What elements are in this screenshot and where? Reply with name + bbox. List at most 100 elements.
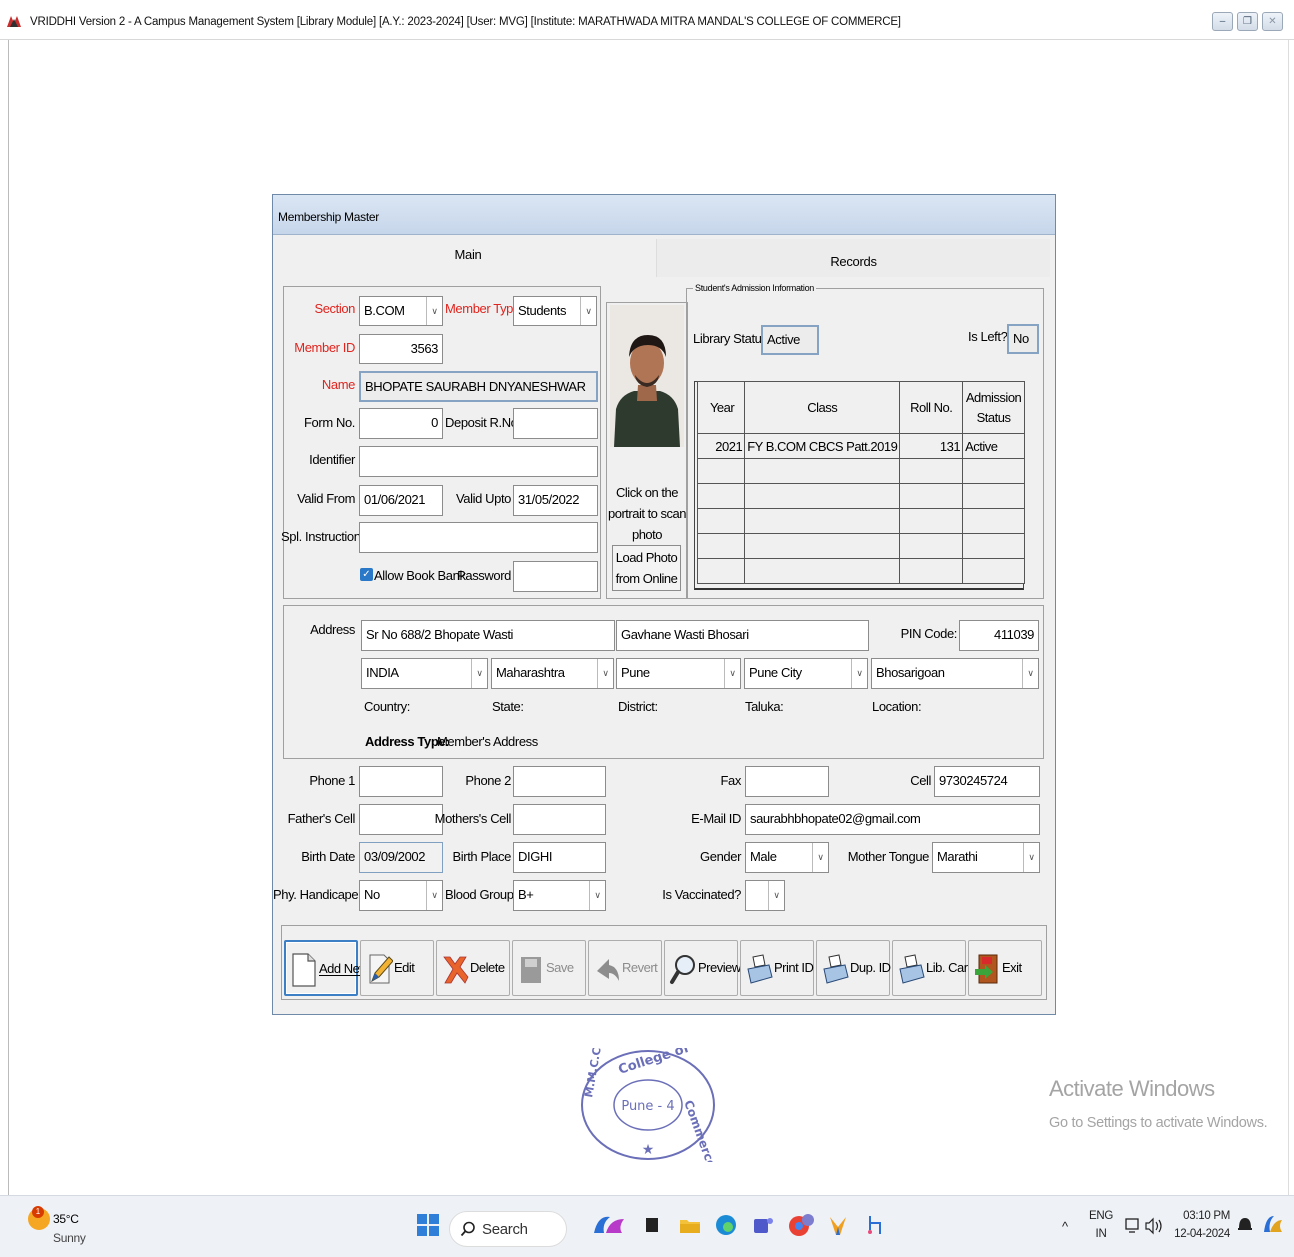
chevron-down-icon: ∨ — [589, 881, 605, 910]
delete-button[interactable]: Delete — [436, 940, 510, 996]
revert-arrow-icon — [597, 959, 619, 981]
identifier-field[interactable] — [359, 446, 598, 477]
address-label: Address — [310, 622, 355, 637]
pin-code-label: PIN Code: — [900, 626, 958, 641]
taluka-dropdown[interactable]: Pune City ∨ — [744, 658, 868, 689]
location-dropdown[interactable]: Bhosarigoan ∨ — [871, 658, 1039, 689]
close-button[interactable]: ✕ — [1262, 12, 1283, 31]
birth-date-field[interactable]: 03/09/2002 — [359, 842, 443, 873]
gender-dropdown[interactable]: Male ∨ — [745, 842, 829, 873]
load-photo-online-button[interactable]: Load Photo from Online — [612, 545, 681, 591]
vaccinated-dropdown[interactable]: ∨ — [745, 880, 785, 911]
weather-temperature[interactable]: 35°C — [53, 1212, 79, 1226]
maximize-button[interactable]: ❐ — [1237, 12, 1258, 31]
terminal-app-icon[interactable] — [641, 1213, 665, 1237]
table-row[interactable] — [696, 508, 1025, 534]
edge-browser-icon[interactable] — [714, 1213, 738, 1237]
chevron-down-icon: ∨ — [1023, 843, 1039, 872]
window-titlebar: VRIDDHI Version 2 - A Campus Management … — [0, 0, 1294, 40]
table-row[interactable] — [696, 533, 1025, 559]
fax-field[interactable] — [745, 766, 829, 797]
college-stamp: Pune - 4 College of Commerce M.M.C.C. ★ — [578, 1041, 719, 1170]
membership-master-dialog: Membership Master Main Records Section B… — [272, 194, 1056, 1015]
deposit-rno-field[interactable] — [513, 408, 598, 439]
clock-time[interactable]: 03:10 PM — [1170, 1210, 1230, 1222]
table-row[interactable] — [696, 458, 1025, 484]
birth-place-field[interactable]: DIGHI — [513, 842, 606, 873]
teams-app-icon[interactable] — [751, 1213, 775, 1237]
password-field[interactable] — [513, 561, 598, 592]
file-explorer-icon[interactable] — [678, 1213, 702, 1237]
svg-text:Commerce: Commerce — [681, 1098, 718, 1162]
pin-code-field[interactable]: 411039 — [959, 620, 1039, 651]
handicap-value: No — [364, 887, 380, 902]
email-field[interactable]: saurabhbhopate02@gmail.com — [745, 804, 1040, 835]
blood-group-dropdown[interactable]: B+ ∨ — [513, 880, 606, 911]
tab-main[interactable]: Main — [280, 239, 656, 277]
tab-records[interactable]: Records — [656, 239, 1050, 277]
allow-book-bank-label: Allow Book Bank — [374, 568, 466, 583]
notification-icon[interactable] — [1236, 1214, 1254, 1234]
table-row[interactable]: 2021 FY B.COM CBCS Patt.2019 131 Active — [696, 433, 1025, 459]
mother-cell-field[interactable] — [513, 804, 606, 835]
photo-scan-instruction: Click on the portrait to scan photo — [608, 485, 687, 542]
copilot-pre-icon[interactable] — [1262, 1214, 1284, 1236]
weather-condition[interactable]: Sunny — [53, 1231, 86, 1245]
address-line2-field[interactable]: Gavhane Wasti Bhosari — [616, 620, 869, 651]
father-cell-field[interactable] — [359, 804, 443, 835]
print-id-button[interactable]: Print ID — [740, 940, 814, 996]
revert-button[interactable]: Revert — [588, 940, 662, 996]
deposit-rno-label: Deposit R.No. — [445, 415, 521, 430]
table-row[interactable] — [696, 558, 1025, 584]
country-dropdown[interactable]: INDIA ∨ — [361, 658, 488, 689]
spl-instruction-field[interactable] — [359, 522, 598, 553]
snipping-tool-icon[interactable] — [864, 1213, 888, 1237]
search-icon — [460, 1221, 475, 1237]
table-row[interactable] — [696, 483, 1025, 509]
location-value: Bhosarigoan — [876, 665, 945, 680]
member-id-field[interactable]: 3563 — [359, 334, 443, 364]
form-no-field[interactable]: 0 — [359, 408, 443, 439]
save-button[interactable]: Save — [512, 940, 586, 996]
student-portrait[interactable] — [610, 305, 684, 447]
col-year: Year — [696, 381, 746, 434]
vriddhi-taskbar-icon[interactable] — [826, 1213, 850, 1237]
exit-button[interactable]: Exit — [968, 940, 1042, 996]
phone1-label: Phone 1 — [309, 773, 355, 788]
is-left-field[interactable]: No — [1007, 324, 1039, 354]
section-dropdown[interactable]: B.COM ∨ — [359, 296, 443, 326]
windows-start-icon[interactable] — [416, 1213, 440, 1237]
language-bottom[interactable]: IN — [1088, 1228, 1114, 1240]
member-type-dropdown[interactable]: Students ∨ — [513, 296, 597, 326]
library-status-field[interactable]: Active — [761, 325, 819, 355]
taskbar-search[interactable]: Search — [449, 1211, 567, 1247]
col-roll-no: Roll No. — [899, 381, 964, 434]
network-volume-icon[interactable] — [1124, 1216, 1164, 1236]
tray-overflow-chevron[interactable]: ^ — [1062, 1219, 1068, 1234]
valid-from-field[interactable]: 01/06/2021 — [359, 485, 443, 516]
add-new-button[interactable]: Add New — [284, 940, 369, 996]
copilot-app-icon[interactable] — [592, 1213, 626, 1237]
lib-card-button[interactable]: Lib. Card — [892, 940, 975, 996]
chrome-profile-icon[interactable] — [787, 1213, 817, 1237]
mother-tongue-dropdown[interactable]: Marathi ∨ — [932, 842, 1040, 873]
edit-button[interactable]: Edit — [360, 940, 434, 996]
country-label: Country: — [364, 699, 410, 714]
address-line1-field[interactable]: Sr No 688/2 Bhopate Wasti — [361, 620, 615, 651]
admission-table: Year Class Roll No. Admission Status 202… — [696, 381, 1025, 584]
handicap-dropdown[interactable]: No ∨ — [359, 880, 443, 911]
name-field[interactable]: BHOPATE SAURABH DNYANESHWAR — [359, 371, 598, 402]
phone2-field[interactable] — [513, 766, 606, 797]
activate-windows-subtitle: Go to Settings to activate Windows. — [1049, 1115, 1268, 1131]
valid-upto-field[interactable]: 31/05/2022 — [513, 485, 598, 516]
language-top[interactable]: ENG — [1088, 1210, 1114, 1222]
minimize-button[interactable]: – — [1212, 12, 1233, 31]
cell-field[interactable]: 9730245724 — [934, 766, 1040, 797]
state-dropdown[interactable]: Maharashtra ∨ — [491, 658, 614, 689]
phone1-field[interactable] — [359, 766, 443, 797]
allow-book-bank-checkbox[interactable]: ✓ — [360, 568, 373, 581]
district-dropdown[interactable]: Pune ∨ — [616, 658, 741, 689]
dup-id-button[interactable]: Dup. ID — [816, 940, 891, 996]
preview-button[interactable]: Preview — [664, 940, 741, 996]
clock-date[interactable]: 12-04-2024 — [1170, 1228, 1230, 1240]
